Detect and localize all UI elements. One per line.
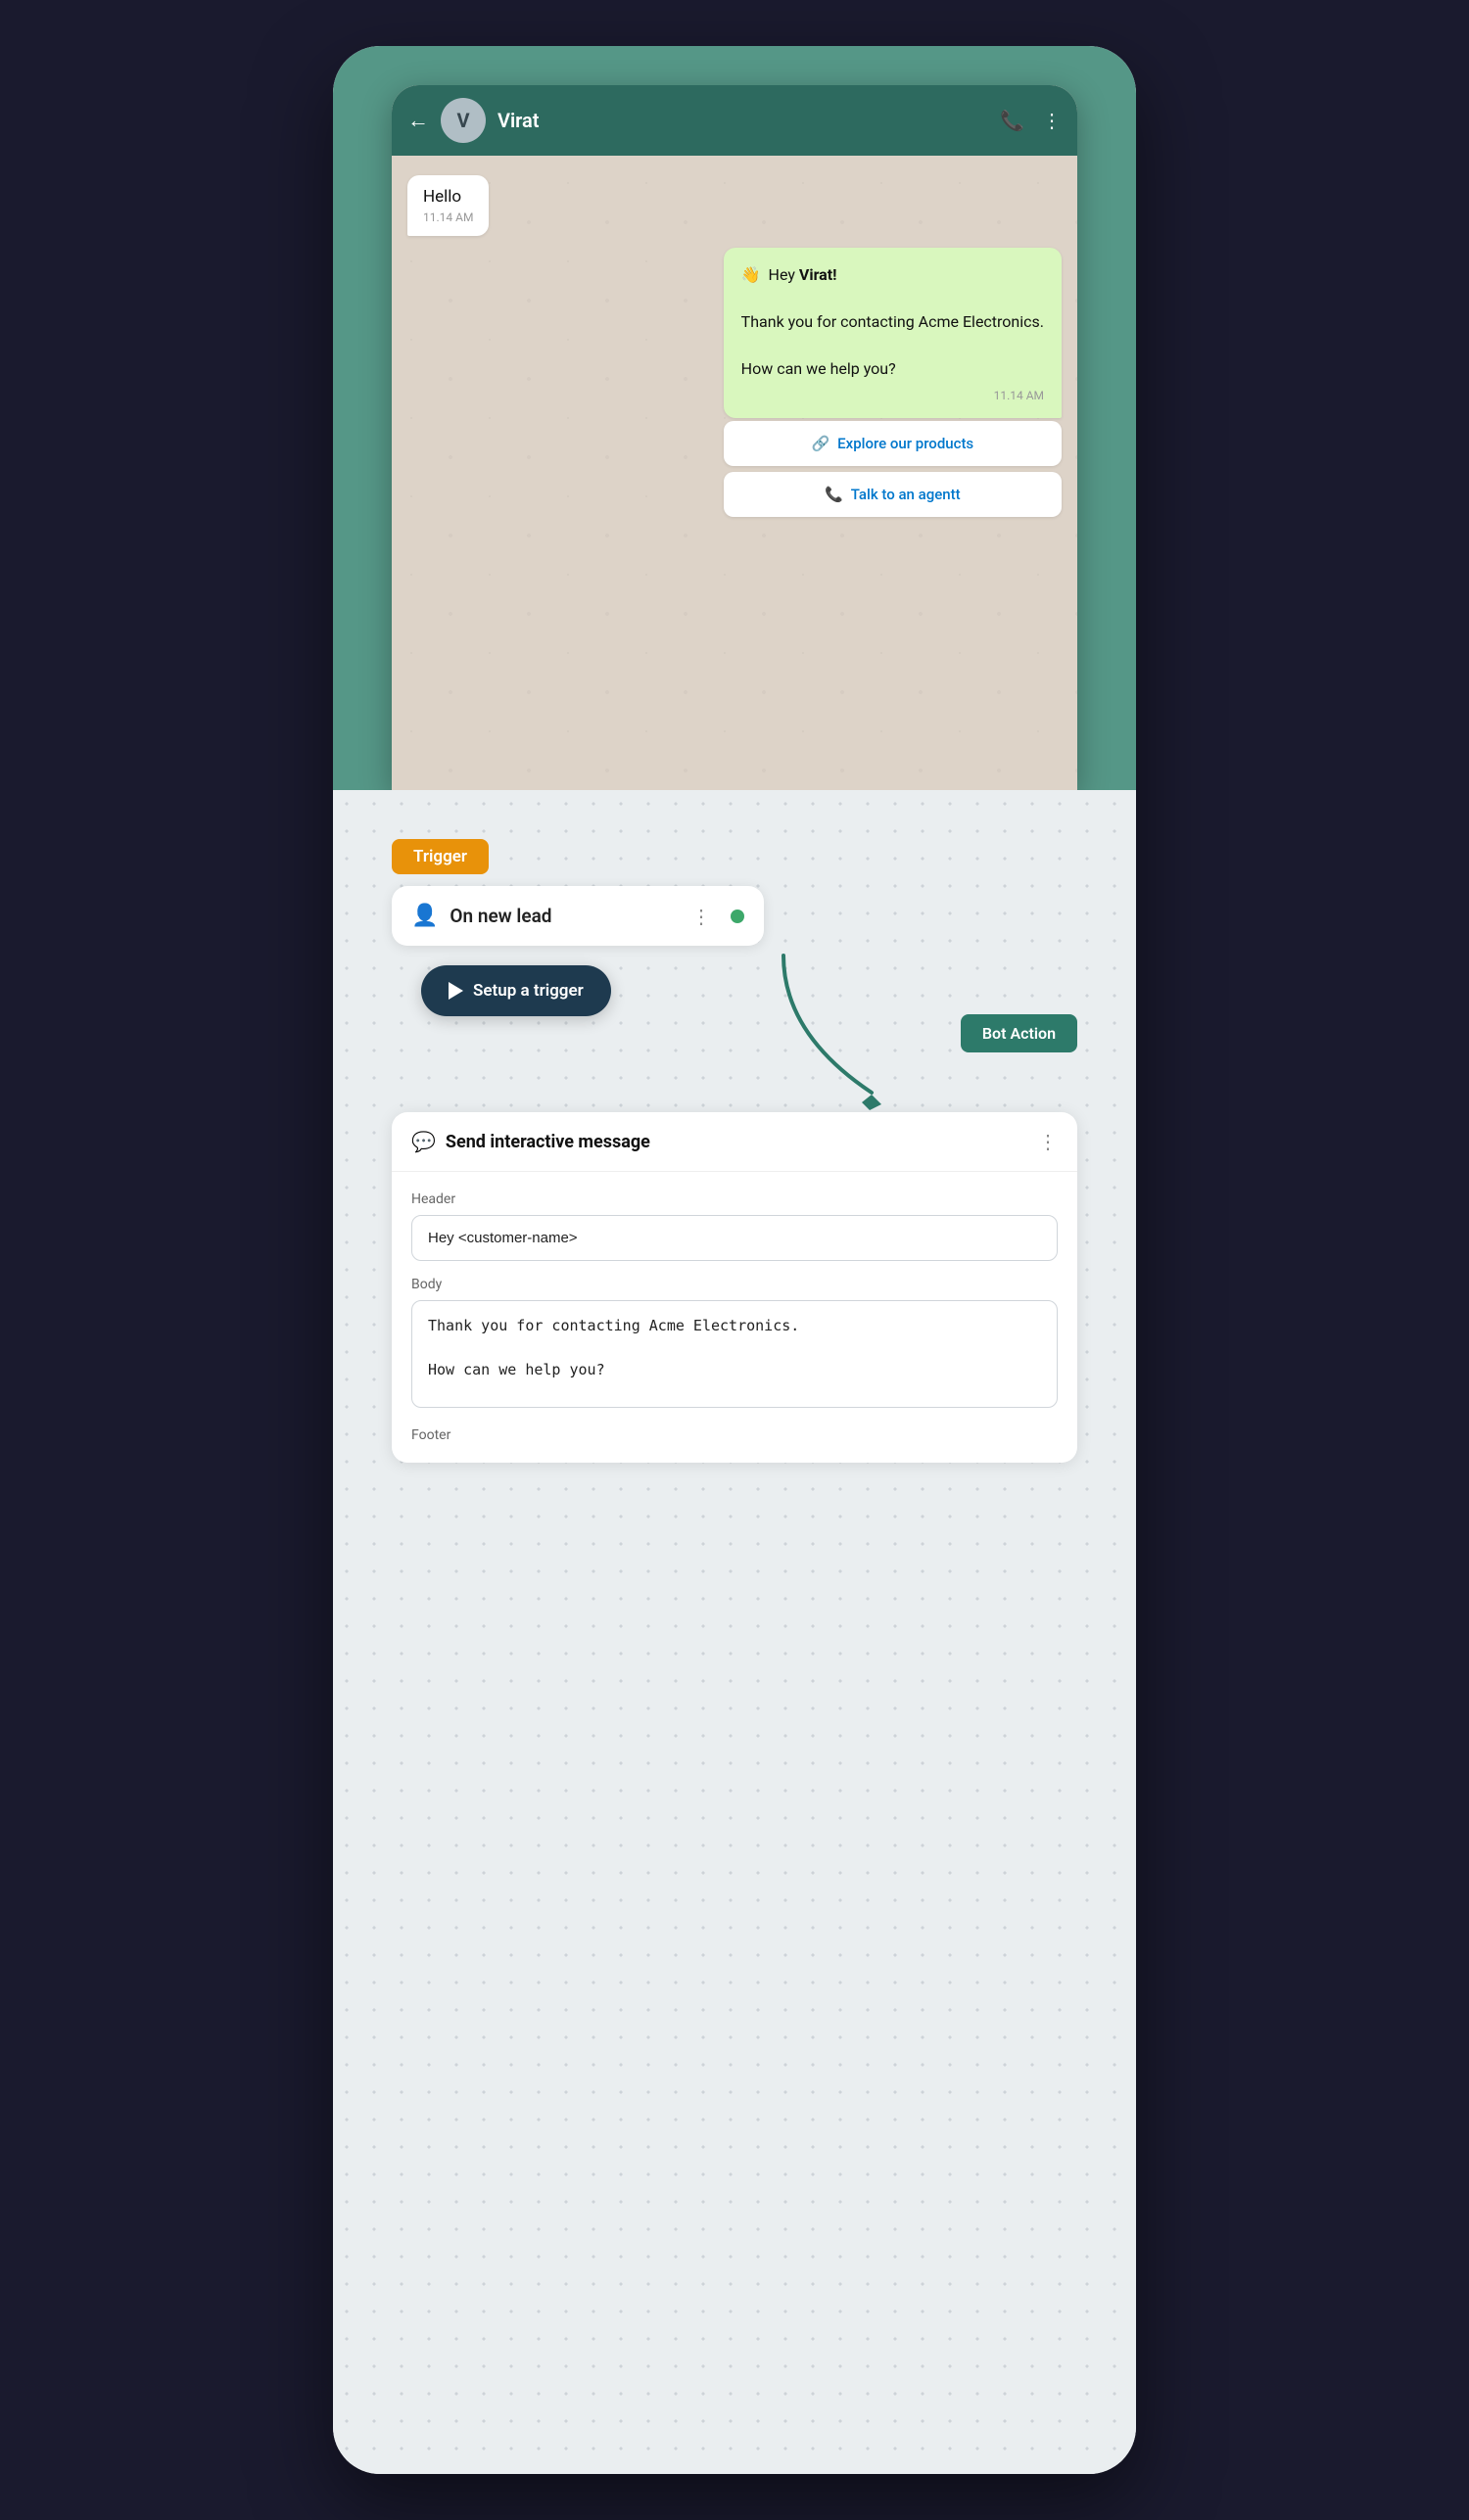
trigger-card-label: On new lead	[450, 905, 680, 927]
bot-action-card: 💬 Send interactive message ⋮ Header Body…	[392, 1112, 1077, 1463]
sent-message-time: 11.14 AM	[741, 389, 1044, 402]
header-icons: 📞 ⋮	[1000, 109, 1062, 132]
phone-btn-icon: 📞	[825, 486, 843, 503]
chat-area: Hello 11.14 AM 👋 Hey Virat! Thank you fo…	[392, 156, 1077, 537]
automation-content: Trigger 👤 On new lead ⋮ Setup a trigger	[392, 839, 1077, 1463]
talk-agent-label: Talk to an agentt	[851, 486, 961, 503]
body-field-label: Body	[411, 1277, 1058, 1292]
contact-name: Virat	[498, 109, 988, 132]
bot-action-menu[interactable]: ⋮	[1038, 1130, 1058, 1153]
main-card: ← V Virat 📞 ⋮ Hello 11.14 AM	[333, 46, 1136, 2474]
whatsapp-section: ← V Virat 📞 ⋮ Hello 11.14 AM	[333, 46, 1136, 790]
bot-action-badge: Bot Action	[961, 1014, 1077, 1052]
received-message-text: Hello	[423, 187, 473, 207]
setup-trigger-label: Setup a trigger	[473, 981, 584, 1001]
header-field-input[interactable]	[411, 1215, 1058, 1261]
body-field-textarea[interactable]: Thank you for contacting Acme Electronic…	[411, 1300, 1058, 1408]
sent-message-body: Thank you for contacting Acme Electronic…	[741, 312, 1044, 378]
received-message-time: 11.14 AM	[423, 210, 473, 224]
setup-trigger-button[interactable]: Setup a trigger	[421, 965, 611, 1016]
bot-action-body: Header Body Thank you for contacting Acm…	[392, 1172, 1077, 1463]
trigger-card-menu[interactable]: ⋮	[691, 905, 711, 928]
trigger-badge: Trigger	[392, 839, 489, 874]
sent-message-wrapper: 👋 Hey Virat! Thank you for contacting Ac…	[724, 248, 1062, 517]
sent-message: 👋 Hey Virat! Thank you for contacting Ac…	[724, 248, 1062, 418]
bot-action-icon: 💬	[411, 1130, 436, 1153]
sent-message-text: 👋 Hey Virat! Thank you for contacting Ac…	[741, 263, 1044, 381]
explore-products-label: Explore our products	[837, 435, 973, 452]
back-icon[interactable]: ←	[407, 108, 429, 133]
automation-section: Trigger 👤 On new lead ⋮ Setup a trigger	[333, 790, 1136, 2474]
explore-products-button[interactable]: 🔗 Explore our products	[724, 421, 1062, 466]
greeting-name: Virat!	[799, 265, 837, 284]
phone-frame: ← V Virat 📞 ⋮ Hello 11.14 AM	[392, 85, 1077, 790]
greeting-emoji: 👋 Hey	[741, 265, 799, 284]
footer-field-label: Footer	[411, 1427, 1058, 1443]
trigger-card: 👤 On new lead ⋮	[392, 886, 764, 946]
bot-action-title: Send interactive message	[446, 1132, 1028, 1152]
whatsapp-header: ← V Virat 📞 ⋮	[392, 85, 1077, 156]
received-message: Hello 11.14 AM	[407, 175, 489, 236]
talk-agent-button[interactable]: 📞 Talk to an agentt	[724, 472, 1062, 517]
contact-avatar: V	[441, 98, 486, 143]
header-field-label: Header	[411, 1191, 1058, 1207]
phone-icon[interactable]: 📞	[1000, 109, 1024, 132]
play-icon	[449, 982, 463, 1000]
link-icon: 🔗	[811, 435, 829, 452]
menu-icon[interactable]: ⋮	[1042, 109, 1062, 132]
arrow-area: Setup a trigger Bot Action	[392, 946, 1077, 1102]
trigger-active-dot	[731, 910, 744, 923]
trigger-card-icon: 👤	[411, 904, 438, 928]
